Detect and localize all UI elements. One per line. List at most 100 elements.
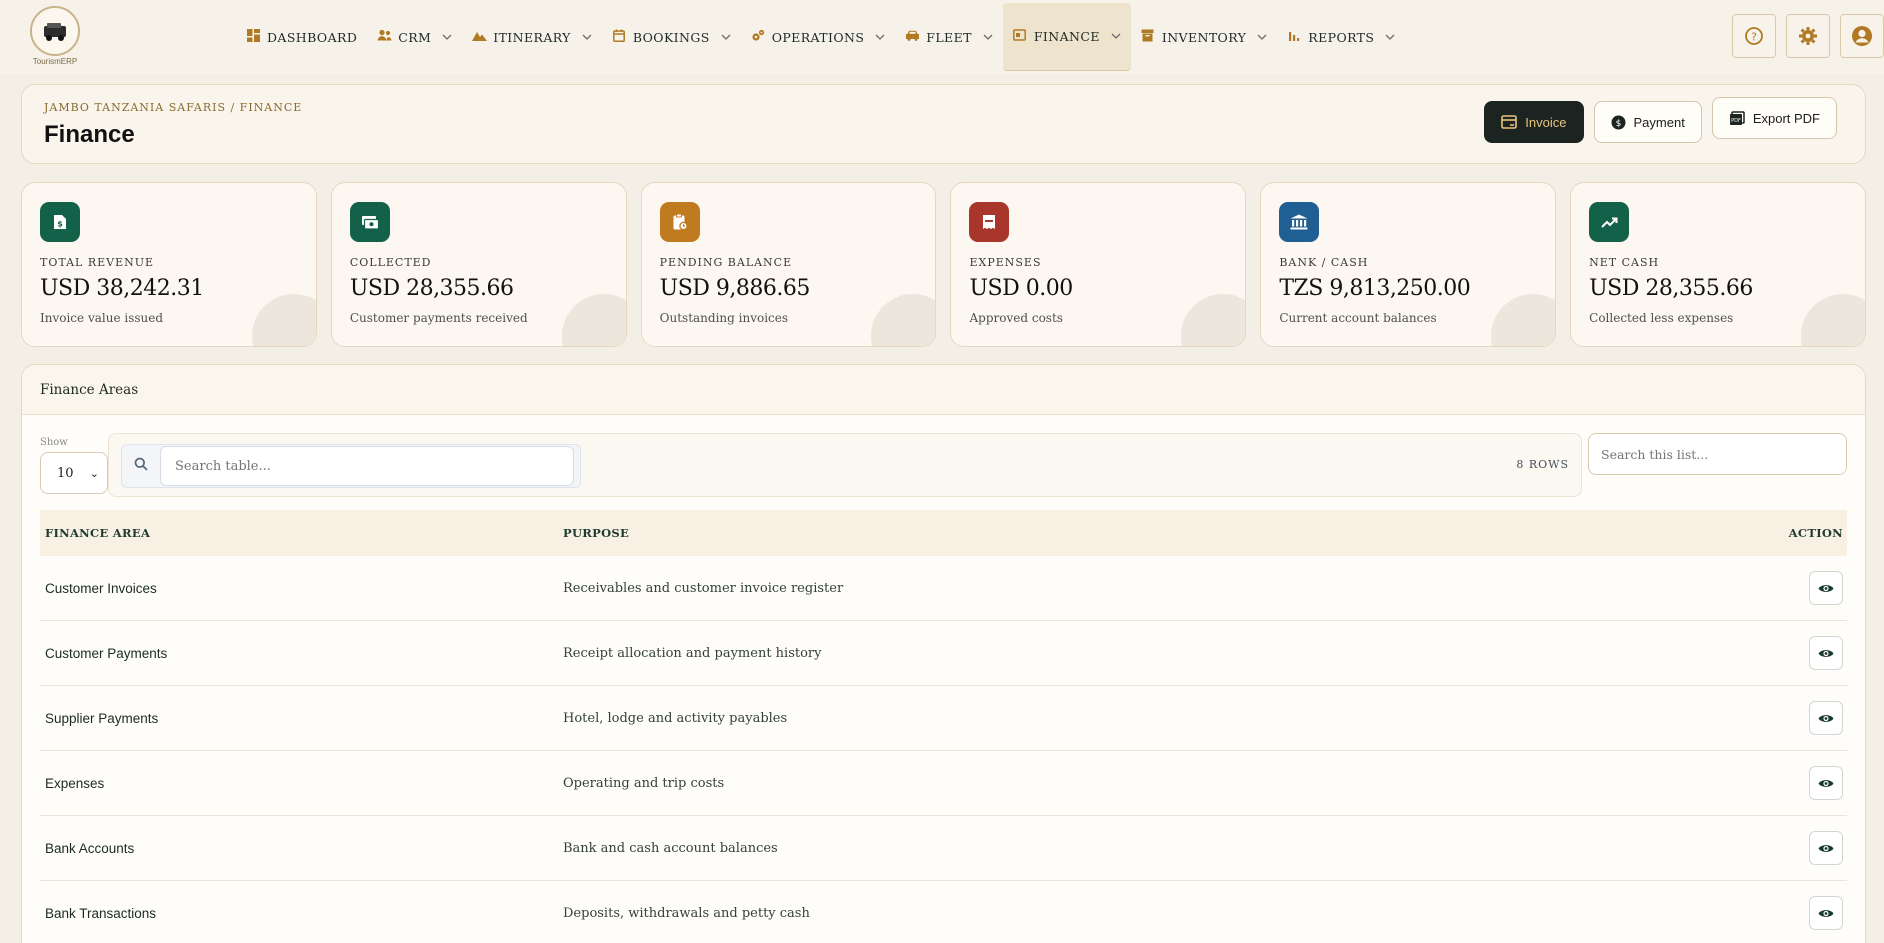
nav-item-label: OPERATIONS xyxy=(771,29,865,45)
page-size-label: Show xyxy=(40,437,68,448)
table-row: Expenses Operating and trip costs xyxy=(40,751,1847,816)
page-header: JAMBO TANZANIA SAFARIS / FINANCE Finance… xyxy=(21,84,1866,164)
nav-item-label: DASHBOARD xyxy=(267,29,358,45)
row-purpose: Deposits, withdrawals and petty cash xyxy=(563,905,810,921)
stat-label: PENDING BALANCE xyxy=(659,256,793,269)
nav-item-dashboard[interactable]: DASHBOARD xyxy=(236,3,367,71)
card-decoration xyxy=(1800,294,1865,346)
stat-card-bank-cash: BANK / CASH TZS 9,813,250.00 Current accou… xyxy=(1260,182,1557,347)
stat-subtitle: Collected less expenses xyxy=(1589,311,1734,325)
table-row: Bank Accounts Bank and cash account balan… xyxy=(40,816,1847,881)
user-circle-icon xyxy=(1852,26,1872,46)
stat-label: EXPENSES xyxy=(969,256,1042,269)
archive-icon xyxy=(1141,29,1155,46)
new-invoice-button[interactable]: Invoice xyxy=(1484,101,1584,143)
card-decoration xyxy=(251,294,316,346)
gear-icon xyxy=(1799,27,1817,45)
stat-subtitle: Current account balances xyxy=(1279,311,1437,325)
breadcrumb[interactable]: JAMBO TANZANIA SAFARIS / FINANCE xyxy=(44,101,302,114)
nav-item-itinerary[interactable]: ITINERARY xyxy=(462,3,602,71)
page-title: Finance xyxy=(44,121,135,148)
view-button[interactable] xyxy=(1809,571,1843,605)
dollar-circle-icon: $ xyxy=(1611,115,1625,129)
stat-value: TZS 9,813,250.00 xyxy=(1279,276,1471,301)
new-payment-button[interactable]: $ Payment xyxy=(1593,101,1702,143)
nav-item-reports[interactable]: REPORTS xyxy=(1277,3,1405,71)
app-logo[interactable]: TourismERP xyxy=(28,6,82,68)
settings-button[interactable] xyxy=(1786,14,1830,58)
eye-icon xyxy=(1818,844,1834,852)
nav-item-label: INVENTORY xyxy=(1161,29,1247,45)
stat-subtitle: Approved costs xyxy=(969,311,1063,325)
column-header-purpose[interactable]: PURPOSE xyxy=(563,526,1757,540)
row-area: Customer Payments xyxy=(45,645,168,661)
view-button[interactable] xyxy=(1809,701,1843,735)
row-action xyxy=(1757,831,1847,865)
stat-label: NET CASH xyxy=(1589,256,1660,269)
stat-value: USD 28,355.66 xyxy=(1589,276,1753,301)
nav-item-finance[interactable]: FINANCE xyxy=(1002,3,1131,71)
stat-card-pending-balance: PENDING BALANCE USD 9,886.65 Outstanding i… xyxy=(640,182,937,347)
row-area: Bank Accounts xyxy=(45,840,135,856)
main-nav: DASHBOARD CRM ITINERARY BOOKINGS OPERATIONS F… xyxy=(236,3,1405,71)
chevron-down-icon xyxy=(582,32,592,43)
finance-areas-table: FINANCE AREA PURPOSE ACTION Customer Inv… xyxy=(40,510,1847,943)
page-size-select[interactable]: 10 ⌄ xyxy=(40,452,108,494)
column-header-action: ACTION xyxy=(1788,526,1843,540)
eye-icon xyxy=(1818,909,1834,917)
row-action xyxy=(1757,766,1847,800)
page-size-value: 10 xyxy=(57,465,74,481)
cash-icon xyxy=(349,202,390,242)
stat-value: USD 0.00 xyxy=(969,276,1073,301)
finance-areas-panel: Finance Areas Show 10 ⌄ 8 ROWS FINANCE A… xyxy=(21,364,1866,943)
nav-item-inventory[interactable]: INVENTORY xyxy=(1131,3,1277,71)
help-button[interactable]: ? xyxy=(1732,14,1776,58)
view-button[interactable] xyxy=(1809,831,1843,865)
view-button[interactable] xyxy=(1809,766,1843,800)
row-purpose: Bank and cash account balances xyxy=(563,840,778,856)
bank-icon xyxy=(1279,202,1320,242)
table-search xyxy=(121,444,581,488)
stat-label: COLLECTED xyxy=(349,256,432,269)
stat-value: USD 38,242.31 xyxy=(40,276,204,301)
stat-subtitle: Invoice value issued xyxy=(40,311,164,325)
dashboard-icon xyxy=(246,28,260,46)
svg-text:?: ? xyxy=(1751,31,1757,44)
eye-icon xyxy=(1818,714,1834,722)
stat-subtitle: Outstanding invoices xyxy=(659,311,789,325)
stat-card-collected: COLLECTED USD 28,355.66 Customer payments … xyxy=(330,182,627,347)
list-search-input[interactable] xyxy=(1588,433,1847,475)
logo-emblem xyxy=(30,6,80,56)
eye-icon xyxy=(1818,584,1834,592)
table-row: Supplier Payments Hotel, lodge and activi… xyxy=(40,686,1847,751)
help-icon: ? xyxy=(1745,27,1763,45)
header-actions: Invoice $ Payment PDF Export PDF xyxy=(1484,97,1837,143)
nav-item-fleet[interactable]: FLEET xyxy=(895,3,1003,71)
user-menu-button[interactable] xyxy=(1840,14,1884,58)
nav-item-bookings[interactable]: BOOKINGS xyxy=(602,3,741,71)
card-decoration xyxy=(1181,294,1246,346)
nav-item-operations[interactable]: OPERATIONS xyxy=(741,3,896,71)
svg-text:$: $ xyxy=(57,220,63,229)
table-search-input[interactable] xyxy=(160,446,574,486)
table-row: Customer Payments Receipt allocation and … xyxy=(40,621,1847,686)
receipt-icon xyxy=(969,202,1010,242)
row-purpose: Receipt allocation and payment history xyxy=(563,645,822,661)
eye-icon xyxy=(1818,649,1834,657)
nav-item-label: ITINERARY xyxy=(493,29,571,45)
view-button[interactable] xyxy=(1809,896,1843,930)
table-toolbar: 8 ROWS xyxy=(108,433,1582,497)
column-header-area[interactable]: FINANCE AREA xyxy=(40,526,563,540)
row-area: Expenses xyxy=(45,775,105,791)
eye-icon xyxy=(1818,779,1834,787)
stats-cards: $ TOTAL REVENUE USD 38,242.31 Invoice value… xyxy=(21,182,1866,347)
export-pdf-button[interactable]: PDF Export PDF xyxy=(1711,97,1837,139)
table-header: FINANCE AREA PURPOSE ACTION xyxy=(40,510,1847,556)
card-decoration xyxy=(561,294,626,346)
mountain-icon xyxy=(472,30,488,45)
nav-item-label: FINANCE xyxy=(1033,29,1100,44)
chevron-down-icon xyxy=(983,32,993,43)
row-area: Bank Transactions xyxy=(45,905,157,921)
nav-item-crm[interactable]: CRM xyxy=(367,3,462,71)
view-button[interactable] xyxy=(1809,636,1843,670)
